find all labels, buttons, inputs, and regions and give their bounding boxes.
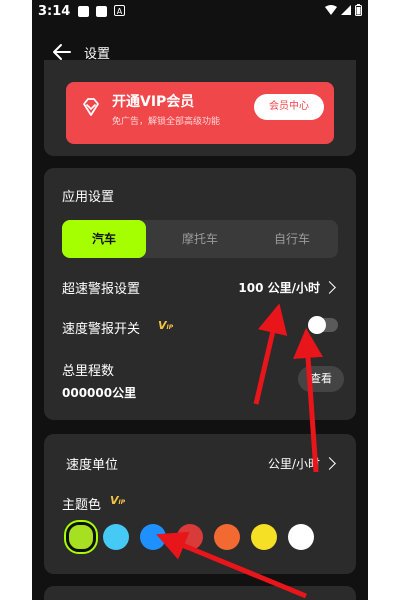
tab-bicycle[interactable]: 自行车 bbox=[246, 220, 338, 258]
theme-color-swatch[interactable] bbox=[177, 524, 203, 550]
vip-badge-icon: VIP bbox=[158, 319, 174, 332]
diamond-icon bbox=[83, 98, 99, 116]
notification-icon bbox=[78, 6, 89, 17]
toggle-knob bbox=[308, 316, 326, 334]
image-icon bbox=[96, 6, 107, 17]
status-bar: 3:14 A bbox=[32, 0, 368, 24]
theme-color-swatch[interactable] bbox=[214, 524, 240, 550]
theme-color-swatch[interactable] bbox=[66, 522, 96, 552]
battery-icon bbox=[355, 4, 362, 16]
odometer-label: 总里程数 bbox=[62, 364, 115, 379]
view-odometer-button[interactable]: 查看 bbox=[298, 366, 344, 392]
theme-color-swatch[interactable] bbox=[251, 524, 277, 550]
theme-color-label: 主题色 bbox=[62, 498, 102, 513]
chevron-right-icon bbox=[323, 281, 336, 294]
speed-alert-toggle[interactable] bbox=[308, 316, 338, 334]
app-settings-title: 应用设置 bbox=[62, 190, 115, 205]
next-settings-card bbox=[44, 586, 356, 600]
display-settings-card: 速度单位 公里/小时 主题色 VIP bbox=[44, 434, 356, 574]
vip-subtitle: 免广告，解锁全部高级功能 bbox=[112, 117, 221, 127]
vehicle-type-selector: 汽车 摩托车 自行车 bbox=[62, 220, 338, 258]
theme-color-swatch[interactable] bbox=[103, 524, 129, 550]
speed-unit-value: 公里/小时 bbox=[267, 457, 320, 471]
theme-color-swatch[interactable] bbox=[288, 524, 314, 550]
odometer-value: 000000公里 bbox=[62, 386, 137, 400]
overspeed-label: 超速警报设置 bbox=[62, 282, 141, 297]
vip-banner[interactable]: 开通VIP会员 免广告，解锁全部高级功能 会员中心 bbox=[66, 82, 334, 144]
chevron-right-icon bbox=[323, 457, 336, 470]
speed-alert-label: 速度警报开关 bbox=[62, 322, 141, 337]
overspeed-value: 100 公里/小时 bbox=[238, 281, 320, 295]
vip-badge-icon: VIP bbox=[110, 494, 126, 507]
phone-screen: 3:14 A 设置 开通VIP会员 免广告，解锁全部高级功能 会员中心 应用设置 bbox=[32, 0, 368, 600]
status-icons bbox=[325, 4, 362, 16]
theme-color-swatch[interactable] bbox=[140, 524, 166, 550]
app-notification-icon: A bbox=[114, 5, 125, 16]
wifi-icon bbox=[325, 5, 337, 15]
tab-car[interactable]: 汽车 bbox=[62, 220, 146, 258]
member-center-button[interactable]: 会员中心 bbox=[254, 94, 324, 120]
status-time: 3:14 bbox=[38, 4, 71, 19]
tab-motorcycle[interactable]: 摩托车 bbox=[154, 220, 246, 258]
vip-title: 开通VIP会员 bbox=[112, 94, 195, 110]
vip-card: 开通VIP会员 免广告，解锁全部高级功能 会员中心 bbox=[44, 60, 356, 156]
speed-unit-label: 速度单位 bbox=[66, 458, 119, 473]
app-settings-card: 应用设置 汽车 摩托车 自行车 超速警报设置 100 公里/小时 速度警报开关 … bbox=[44, 168, 356, 420]
signal-icon bbox=[341, 5, 351, 15]
